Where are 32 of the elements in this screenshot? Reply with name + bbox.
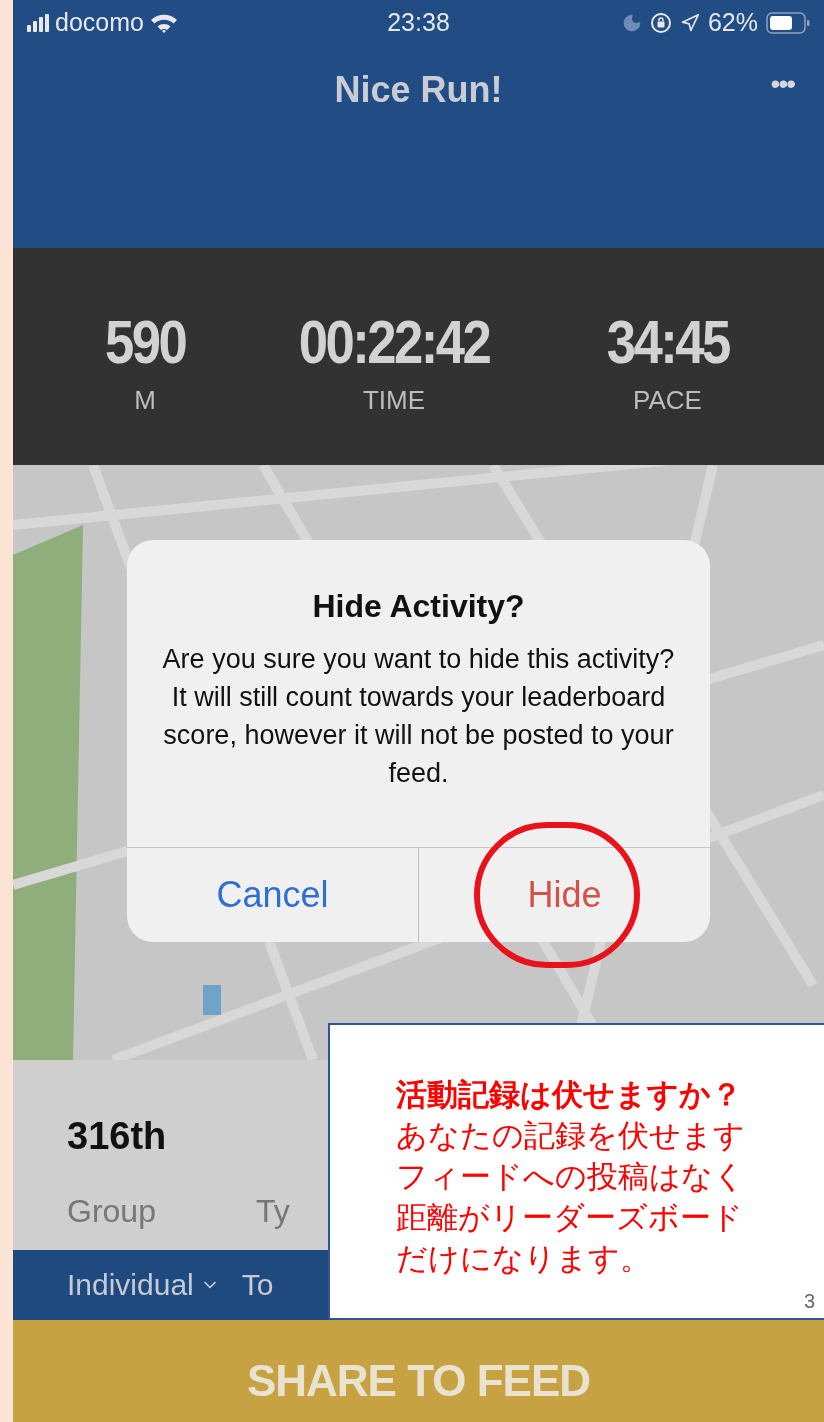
annotation-text: あなたの記録を伏せます (396, 1117, 746, 1155)
filter-dropdown[interactable]: To (241, 1270, 274, 1300)
stat-caption: Ty (255, 1192, 290, 1231)
annotation-text: フィードへの投稿はなく (396, 1158, 746, 1196)
annotation-text: だけになります。 (396, 1240, 652, 1278)
dialog-button[interactable]: Cancel (127, 848, 418, 942)
stat-value: 34:45 (606, 310, 729, 373)
annotation-text: 距離がリーダーズボード (396, 1199, 744, 1237)
filter-dropdown[interactable]: Individual (67, 1270, 220, 1300)
battery-percent: 62% (707, 6, 758, 38)
dialog-message: Are you sure you want to hide this activity? It will still count towards your leaderboard score, however it will not be posted to your feed. (161, 643, 676, 790)
stat-value: 590 (104, 310, 186, 373)
annotation-title: 活動記録は伏せますか？ (396, 1076, 743, 1114)
dialog-button[interactable]: Hide (418, 848, 710, 942)
rank-text: 316th (67, 1114, 167, 1159)
location-arrow-icon (679, 12, 700, 33)
clock-time: 23:38 (387, 6, 450, 38)
stat-caption: Group (67, 1192, 156, 1231)
moon-icon (621, 12, 642, 33)
rotation-lock-icon (649, 11, 672, 34)
stat-label: M (134, 386, 156, 413)
carrier-name: docomo (55, 6, 144, 38)
battery-icon (766, 11, 810, 34)
dialog-title: Hide Activity? (312, 587, 525, 626)
screen-title: Nice Run! (334, 68, 503, 112)
more-menu-button[interactable]: ••• (770, 63, 794, 105)
stat-label: PACE (632, 386, 702, 413)
stat-value: 00:22:42 (298, 310, 490, 373)
signal-icon (27, 13, 49, 32)
page-number: 3 (804, 1289, 816, 1314)
stat-label: TIME (362, 386, 425, 413)
wifi-icon (149, 12, 178, 33)
